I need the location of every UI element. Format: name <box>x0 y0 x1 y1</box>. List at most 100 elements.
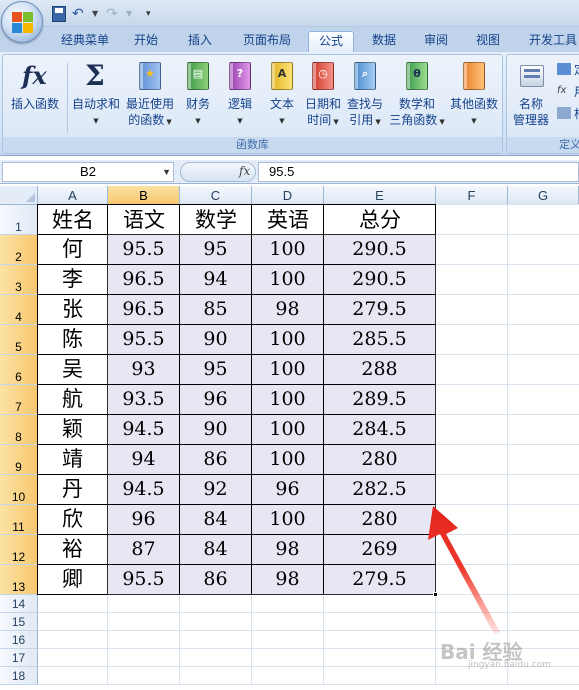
recently-used-button[interactable]: ★ 最近使用 的函数 ▼ <box>123 59 177 133</box>
cell-score[interactable]: 100 <box>252 415 323 444</box>
cell-score[interactable]: 100 <box>252 385 323 414</box>
column-header-f[interactable]: F <box>436 186 508 205</box>
cell-score[interactable]: 100 <box>252 355 323 384</box>
cell-header[interactable]: 语文 <box>108 205 180 235</box>
cell-score[interactable]: 96.5 <box>108 295 179 324</box>
cell-score[interactable]: 98 <box>252 295 323 324</box>
cell-name[interactable]: 李 <box>38 265 107 294</box>
redo-dropdown-icon[interactable]: ▼ <box>126 6 134 22</box>
fill-handle[interactable] <box>433 592 438 597</box>
column-header-d[interactable]: D <box>252 186 324 205</box>
column-header-c[interactable]: C <box>180 186 252 205</box>
row-header-16[interactable]: 16 <box>0 631 38 649</box>
select-all-button[interactable] <box>0 186 38 205</box>
undo-icon[interactable]: ↶ <box>72 6 90 22</box>
row-header-1[interactable]: 1 <box>0 205 38 235</box>
cell-score[interactable]: 290.5 <box>324 235 435 264</box>
row-header-8[interactable]: 8 <box>0 415 38 445</box>
cell-score[interactable]: 90 <box>180 415 251 444</box>
cell-header[interactable]: 英语 <box>252 205 324 235</box>
cell-score[interactable]: 282.5 <box>324 475 435 504</box>
cell-score[interactable]: 95.5 <box>108 565 179 594</box>
cell-score[interactable]: 86 <box>180 445 251 474</box>
cell-score[interactable]: 98 <box>252 565 323 594</box>
row-header-12[interactable]: 12 <box>0 535 38 565</box>
cell-score[interactable]: 100 <box>252 265 323 294</box>
row-header-10[interactable]: 10 <box>0 475 38 505</box>
formula-input[interactable]: 95.5 <box>258 162 579 182</box>
tab-formulas[interactable]: 公式 <box>308 31 354 52</box>
cell-name[interactable]: 航 <box>38 385 107 414</box>
column-header-b[interactable]: B <box>108 186 180 205</box>
cell-name[interactable]: 陈 <box>38 325 107 354</box>
cell-name[interactable]: 靖 <box>38 445 107 474</box>
cell-score[interactable]: 93.5 <box>108 385 179 414</box>
cell-score[interactable]: 290.5 <box>324 265 435 294</box>
cell-score[interactable]: 96 <box>252 475 323 504</box>
cell-score[interactable]: 95 <box>180 235 251 264</box>
cell-name[interactable]: 何 <box>38 235 107 264</box>
row-header-3[interactable]: 3 <box>0 265 38 295</box>
cell-score[interactable]: 86 <box>180 565 251 594</box>
cell-score[interactable]: 90 <box>180 325 251 354</box>
tab-insert[interactable]: 插入 <box>178 31 222 52</box>
cell-name[interactable]: 吴 <box>38 355 107 384</box>
cell-header[interactable]: 总分 <box>324 205 436 235</box>
cell-score[interactable]: 95.5 <box>108 235 179 264</box>
more-functions-button[interactable]: 其他函数 ▼ <box>447 59 501 133</box>
cell-score[interactable]: 95.5 <box>108 325 179 354</box>
row-header-7[interactable]: 7 <box>0 385 38 415</box>
cell-name[interactable]: 张 <box>38 295 107 324</box>
row-header-4[interactable]: 4 <box>0 295 38 325</box>
date-time-button[interactable]: ◷ 日期和 时间 ▼ <box>303 59 343 133</box>
office-button[interactable] <box>1 1 43 43</box>
row-header-5[interactable]: 5 <box>0 325 38 355</box>
cell-score[interactable]: 84 <box>180 505 251 534</box>
cell-name[interactable]: 欣 <box>38 505 107 534</box>
cell-score[interactable]: 285.5 <box>324 325 435 354</box>
tab-data[interactable]: 数据 <box>362 31 406 52</box>
worksheet[interactable]: ABCDEFG 1 2 3 4 5 6 7 8 9 10 11 12 13 14 15 16 17 18 姓名 语文… <box>0 186 579 690</box>
cell-name[interactable]: 丹 <box>38 475 107 504</box>
cell-score[interactable]: 96 <box>108 505 179 534</box>
financial-button[interactable]: ▤ 财务 ▼ <box>179 59 217 133</box>
row-header-17[interactable]: 17 <box>0 649 38 667</box>
cell-score[interactable]: 289.5 <box>324 385 435 414</box>
cell-score[interactable]: 100 <box>252 505 323 534</box>
cell-score[interactable]: 85 <box>180 295 251 324</box>
cell-score[interactable]: 96 <box>180 385 251 414</box>
cell-score[interactable]: 84 <box>180 535 251 564</box>
cell-score[interactable]: 279.5 <box>324 295 435 324</box>
cell-name[interactable]: 裕 <box>38 535 107 564</box>
customize-quick-access-icon[interactable]: ▾ <box>146 6 156 22</box>
cell-score[interactable]: 284.5 <box>324 415 435 444</box>
cell-score[interactable]: 100 <box>252 445 323 474</box>
row-header-15[interactable]: 15 <box>0 613 38 631</box>
row-header-18[interactable]: 18 <box>0 667 38 685</box>
cell-score[interactable]: 280 <box>324 505 435 534</box>
cell-header[interactable]: 姓名 <box>38 205 108 235</box>
cell-score[interactable]: 94 <box>108 445 179 474</box>
name-manager-button[interactable]: 名称 管理器 <box>509 59 553 133</box>
row-header-13[interactable]: 13 <box>0 565 38 595</box>
cell-score[interactable]: 98 <box>252 535 323 564</box>
column-header-g[interactable]: G <box>508 186 579 205</box>
cell-name[interactable]: 颖 <box>38 415 107 444</box>
cell-score[interactable]: 269 <box>324 535 435 564</box>
cell-name[interactable]: 卿 <box>38 565 107 594</box>
column-header-e[interactable]: E <box>324 186 436 205</box>
cell-score[interactable]: 94 <box>180 265 251 294</box>
insert-function-button[interactable]: fx 插入函数 <box>5 59 65 133</box>
logical-button[interactable]: ? 逻辑 ▼ <box>221 59 259 133</box>
tab-page-layout[interactable]: 页面布局 <box>234 31 300 52</box>
row-header-14[interactable]: 14 <box>0 595 38 613</box>
cell-score[interactable]: 95 <box>180 355 251 384</box>
cell-score[interactable]: 94.5 <box>108 475 179 504</box>
tab-home[interactable]: 开始 <box>124 31 168 52</box>
lookup-reference-button[interactable]: ⌕ 查找与 引用 ▼ <box>345 59 385 133</box>
cell-score[interactable]: 93 <box>108 355 179 384</box>
tab-developer[interactable]: 开发工具 <box>520 31 579 52</box>
text-button[interactable]: A 文本 ▼ <box>263 59 301 133</box>
math-trig-button[interactable]: θ 数学和 三角函数 ▼ <box>389 59 445 133</box>
chevron-down-icon[interactable]: ▼ <box>162 163 171 181</box>
